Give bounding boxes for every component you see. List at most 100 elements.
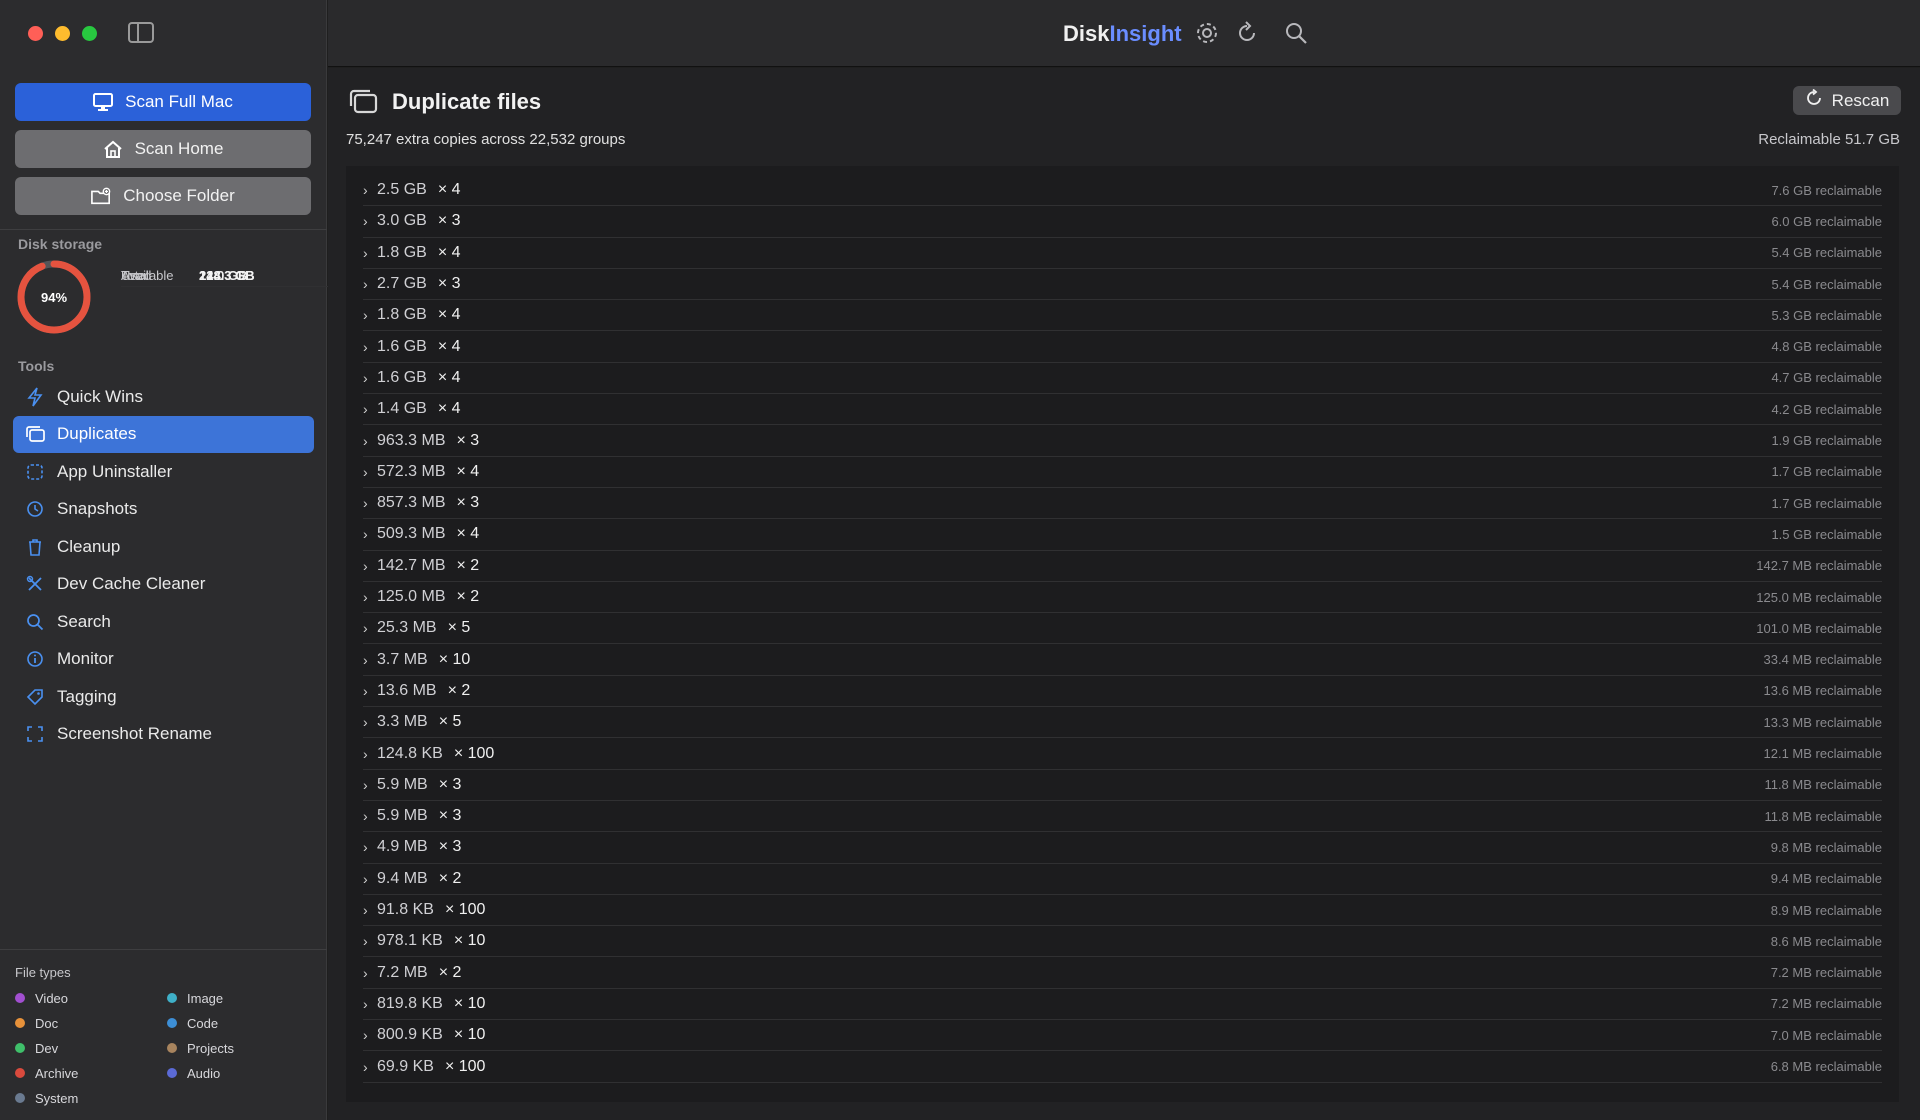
copy-count: × 10 bbox=[453, 994, 486, 1012]
sidebar-item-quick-wins[interactable]: Quick Wins bbox=[13, 378, 314, 415]
sidebar-item-label: Search bbox=[57, 611, 111, 631]
copy-count: × 2 bbox=[456, 588, 480, 606]
file-size: 125.0 MB bbox=[377, 588, 446, 606]
chevron-right-icon[interactable]: › bbox=[363, 495, 375, 511]
chevron-right-icon[interactable]: › bbox=[363, 558, 375, 574]
duplicate-group-row[interactable]: › 1.6 GB × 4 4.7 GB reclaimable bbox=[363, 363, 1882, 395]
file-type-code: Code bbox=[167, 1015, 307, 1031]
sidebar-item-snapshots[interactable]: Snapshots bbox=[13, 491, 314, 528]
duplicate-group-row[interactable]: › 13.6 MB × 2 13.6 MB reclaimable bbox=[363, 676, 1883, 708]
copy-count: × 3 bbox=[438, 807, 462, 825]
duplicate-group-row[interactable]: › 25.3 MB × 5 101.0 MB reclaimable bbox=[363, 613, 1882, 645]
reclaimable-amount: 4.2 GB reclaimable bbox=[1771, 401, 1882, 417]
duplicate-group-row[interactable]: › 124.8 KB × 100 12.1 MB reclaimable bbox=[363, 738, 1882, 770]
chevron-right-icon[interactable]: › bbox=[363, 307, 375, 323]
file-size: 978.1 KB bbox=[377, 932, 443, 950]
duplicate-group-row[interactable]: › 9.4 MB × 2 9.4 MB reclaimable bbox=[363, 864, 1882, 895]
duplicate-group-row[interactable]: › 5.9 MB × 3 11.8 MB reclaimable bbox=[363, 801, 1882, 833]
chevron-right-icon[interactable]: › bbox=[363, 213, 375, 229]
close-window-button[interactable] bbox=[28, 26, 43, 41]
duplicate-group-row[interactable]: › 963.3 MB × 3 1.9 GB reclaimable bbox=[363, 425, 1882, 457]
duplicate-group-row[interactable]: › 91.8 KB × 100 8.9 MB reclaimable bbox=[363, 895, 1882, 927]
duplicate-group-row[interactable]: › 7.2 MB × 2 7.2 MB reclaimable bbox=[363, 958, 1882, 989]
legend-dot bbox=[15, 1043, 25, 1053]
duplicate-group-row[interactable]: › 3.7 MB × 10 33.4 MB reclaimable bbox=[363, 645, 1882, 676]
scan-home-button[interactable]: Scan Home bbox=[15, 130, 311, 168]
chevron-right-icon[interactable]: › bbox=[363, 777, 375, 793]
chevron-right-icon[interactable]: › bbox=[363, 1059, 375, 1075]
duplicate-group-row[interactable]: › 2.7 GB × 3 5.4 GB reclaimable bbox=[363, 269, 1882, 301]
duplicate-group-row[interactable]: › 2.5 GB × 4 7.6 GB reclaimable bbox=[363, 175, 1882, 207]
chevron-right-icon[interactable]: › bbox=[363, 871, 375, 887]
refresh-icon[interactable] bbox=[1234, 20, 1260, 46]
chevron-right-icon[interactable]: › bbox=[363, 464, 375, 480]
sidebar-item-monitor[interactable]: Monitor bbox=[13, 641, 314, 678]
chevron-right-icon[interactable]: › bbox=[363, 996, 375, 1012]
reclaimable-amount: 6.0 GB reclaimable bbox=[1771, 213, 1882, 229]
choose-folder-button[interactable]: Choose Folder bbox=[15, 177, 311, 215]
gear-icon[interactable] bbox=[1194, 20, 1220, 46]
chevron-right-icon[interactable]: › bbox=[363, 339, 375, 355]
sidebar-toggle-icon[interactable] bbox=[128, 22, 154, 43]
sidebar-item-screenshot-rename[interactable]: Screenshot Rename bbox=[13, 716, 314, 753]
duplicates-list[interactable]: › 2.5 GB × 4 7.6 GB reclaimable › 3.0 GB × 3 6.… bbox=[346, 166, 1899, 1102]
duplicate-group-row[interactable]: › 800.9 KB × 10 7.0 MB reclaimable bbox=[363, 1020, 1882, 1052]
chevron-right-icon[interactable]: › bbox=[363, 1027, 375, 1043]
chevron-right-icon[interactable]: › bbox=[363, 839, 375, 855]
copy-count: × 3 bbox=[438, 775, 462, 793]
chevron-right-icon[interactable]: › bbox=[363, 245, 375, 261]
reclaimable-amount: 1.7 GB reclaimable bbox=[1771, 495, 1882, 511]
sidebar-item-duplicates[interactable]: Duplicates bbox=[13, 415, 314, 453]
duplicate-group-row[interactable]: › 69.9 KB × 100 6.8 MB reclaimable bbox=[363, 1051, 1882, 1083]
reclaimable-amount: 13.6 MB reclaimable bbox=[1763, 683, 1883, 699]
duplicate-group-row[interactable]: › 1.4 GB × 4 4.2 GB reclaimable bbox=[363, 394, 1882, 426]
duplicate-group-row[interactable]: › 1.8 GB × 4 5.3 GB reclaimable bbox=[363, 300, 1882, 332]
duplicate-group-row[interactable]: › 1.6 GB × 4 4.8 GB reclaimable bbox=[363, 332, 1882, 363]
rescan-button[interactable]: Rescan bbox=[1793, 86, 1901, 115]
duplicate-group-row[interactable]: › 125.0 MB × 2 125.0 MB reclaimable bbox=[363, 582, 1882, 614]
chevron-right-icon[interactable]: › bbox=[363, 652, 375, 668]
reclaimable-amount: 4.8 GB reclaimable bbox=[1771, 339, 1882, 355]
duplicate-group-row[interactable]: › 509.3 MB × 4 1.5 GB reclaimable bbox=[363, 519, 1882, 551]
chevron-right-icon[interactable]: › bbox=[363, 182, 375, 198]
chevron-right-icon[interactable]: › bbox=[363, 276, 375, 292]
duplicate-group-row[interactable]: › 3.0 GB × 3 6.0 GB reclaimable bbox=[363, 206, 1882, 238]
chevron-right-icon[interactable]: › bbox=[363, 370, 375, 386]
file-type-projects: Projects bbox=[167, 1040, 307, 1056]
chevron-right-icon[interactable]: › bbox=[363, 746, 375, 762]
chevron-right-icon[interactable]: › bbox=[363, 965, 375, 981]
duplicate-group-row[interactable]: › 5.9 MB × 3 11.8 MB reclaimable bbox=[363, 770, 1882, 801]
duplicate-group-row[interactable]: › 819.8 KB × 10 7.2 MB reclaimable bbox=[363, 989, 1882, 1021]
sidebar-item-tagging[interactable]: Tagging bbox=[13, 678, 314, 715]
file-types-legend: File types Video Image Doc Code Dev Projects A… bbox=[15, 965, 315, 1106]
sidebar-item-cleanup[interactable]: Cleanup bbox=[13, 528, 314, 565]
chevron-right-icon[interactable]: › bbox=[363, 808, 375, 824]
sidebar-item-app-uninstaller[interactable]: App Uninstaller bbox=[13, 453, 314, 490]
chevron-right-icon[interactable]: › bbox=[363, 683, 375, 699]
duplicates-summary: 75,247 extra copies across 22,532 groups bbox=[346, 131, 626, 148]
sidebar-item-search[interactable]: Search bbox=[13, 603, 314, 640]
scan-full-mac-button[interactable]: Scan Full Mac bbox=[15, 83, 311, 121]
chevron-right-icon[interactable]: › bbox=[363, 433, 375, 449]
chevron-right-icon[interactable]: › bbox=[363, 526, 375, 542]
duplicate-group-row[interactable]: › 857.3 MB × 3 1.7 GB reclaimable bbox=[363, 488, 1882, 520]
duplicate-group-row[interactable]: › 978.1 KB × 10 8.6 MB reclaimable bbox=[363, 926, 1882, 958]
duplicate-group-row[interactable]: › 142.7 MB × 2 142.7 MB reclaimable bbox=[363, 551, 1882, 582]
chevron-right-icon[interactable]: › bbox=[363, 589, 375, 605]
chevron-right-icon[interactable]: › bbox=[363, 933, 375, 949]
duplicate-group-row[interactable]: › 1.8 GB × 4 5.4 GB reclaimable bbox=[363, 238, 1882, 269]
duplicate-group-row[interactable]: › 3.3 MB × 5 13.3 MB reclaimable bbox=[363, 707, 1882, 739]
search-icon[interactable] bbox=[1283, 20, 1309, 46]
minimize-window-button[interactable] bbox=[55, 26, 70, 41]
sidebar-item-label: Snapshots bbox=[57, 499, 138, 518]
chevron-right-icon[interactable]: › bbox=[363, 714, 375, 730]
copy-count: × 10 bbox=[438, 650, 471, 668]
duplicate-group-row[interactable]: › 4.9 MB × 3 9.8 MB reclaimable bbox=[363, 832, 1882, 864]
chevron-right-icon[interactable]: › bbox=[363, 620, 375, 636]
zoom-window-button[interactable] bbox=[82, 26, 97, 41]
legend-dot bbox=[167, 1068, 177, 1078]
chevron-right-icon[interactable]: › bbox=[363, 401, 375, 417]
chevron-right-icon[interactable]: › bbox=[363, 902, 375, 918]
sidebar-item-dev-cache-cleaner[interactable]: Dev Cache Cleaner bbox=[13, 566, 314, 603]
duplicate-group-row[interactable]: › 572.3 MB × 4 1.7 GB reclaimable bbox=[363, 457, 1882, 488]
